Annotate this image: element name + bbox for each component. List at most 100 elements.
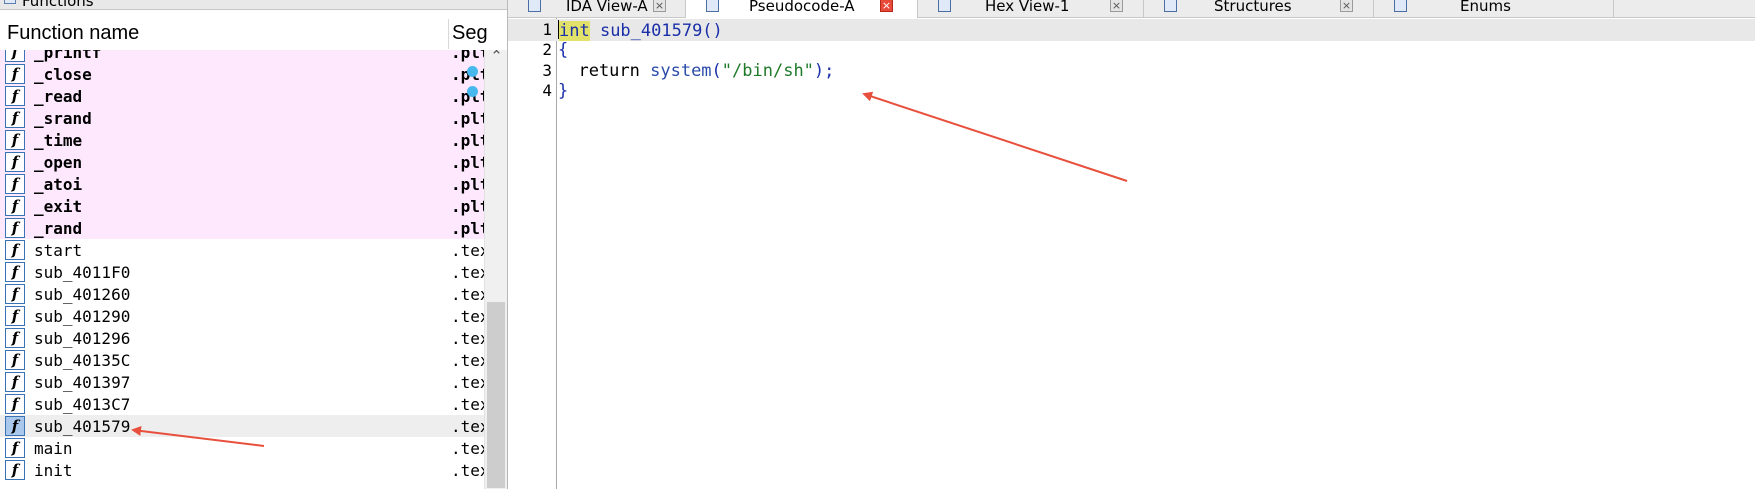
column-header-segment[interactable]: Seg bbox=[452, 22, 488, 45]
breakpoint-dot-icon[interactable] bbox=[467, 66, 478, 77]
system-call[interactable]: system bbox=[650, 61, 711, 81]
function-segment: .plt bbox=[451, 219, 484, 238]
function-icon: f bbox=[5, 108, 25, 128]
paren-close: ); bbox=[813, 61, 835, 81]
code-line-3[interactable]: 3 return system("/bin/sh"); bbox=[467, 60, 1755, 82]
breakpoint-dot-icon[interactable] bbox=[467, 86, 478, 97]
function-icon: f bbox=[5, 394, 25, 414]
function-row[interactable]: f sub_401296 .text bbox=[0, 327, 484, 349]
view-tab-bar: IDA View-A × Pseudocode-A × Hex View-1 ×… bbox=[508, 0, 1755, 18]
function-icon: f bbox=[5, 196, 25, 216]
return-keyword[interactable]: return bbox=[558, 61, 650, 81]
line-number: 4 bbox=[542, 81, 552, 100]
code-line-4[interactable]: 4 } bbox=[467, 80, 1755, 102]
column-divider[interactable] bbox=[448, 19, 449, 49]
function-row[interactable]: f sub_401579 .text bbox=[0, 415, 484, 437]
function-name: _exit bbox=[34, 197, 83, 216]
tab-close-icon[interactable]: × bbox=[880, 0, 893, 12]
function-row[interactable]: finit .text bbox=[0, 459, 484, 481]
column-header-function-name[interactable]: Function name bbox=[7, 22, 139, 45]
function-icon: f bbox=[5, 438, 25, 458]
function-segment: .text bbox=[451, 373, 484, 392]
tab-enums[interactable]: Enums bbox=[1374, 0, 1614, 18]
function-row[interactable]: f sub_4013C7 .text bbox=[0, 393, 484, 415]
function-segment: .text bbox=[451, 263, 484, 282]
function-name: sub_401260 bbox=[34, 285, 131, 304]
function-icon: f bbox=[5, 416, 25, 436]
code-line-2[interactable]: 2 { bbox=[508, 39, 1755, 61]
code-text[interactable]: int sub_401579() bbox=[558, 20, 723, 41]
function-icon: f bbox=[5, 328, 25, 348]
function-icon: f bbox=[5, 350, 25, 370]
function-segment: .plt bbox=[451, 109, 484, 128]
function-row[interactable]: f_read.plt bbox=[0, 85, 484, 107]
function-segment: .text bbox=[451, 307, 484, 326]
function-segment: .text bbox=[451, 241, 484, 260]
close-brace[interactable]: } bbox=[558, 81, 568, 101]
function-segment: .plt bbox=[451, 197, 484, 216]
tab-close-icon[interactable]: × bbox=[653, 0, 666, 12]
function-icon: f bbox=[5, 372, 25, 392]
code-text[interactable]: return system("/bin/sh"); bbox=[558, 61, 834, 81]
function-row[interactable]: fstart .text bbox=[0, 239, 484, 261]
function-name: _atoi bbox=[34, 175, 83, 194]
function-row[interactable]: f _rand .plt bbox=[0, 217, 484, 239]
function-row[interactable]: f sub_401290 .text bbox=[0, 305, 484, 327]
function-signature[interactable]: sub_401579() bbox=[590, 21, 723, 41]
function-name: sub_4013C7 bbox=[34, 395, 131, 414]
function-icon: f bbox=[5, 86, 25, 106]
pseudocode-icon bbox=[706, 0, 719, 12]
tab-label: Structures bbox=[1214, 0, 1292, 15]
function-row[interactable]: f sub_401397 .text bbox=[0, 371, 484, 393]
function-name: start bbox=[34, 241, 83, 260]
function-segment: .plt bbox=[451, 153, 484, 172]
tab-close-icon[interactable]: × bbox=[1110, 0, 1123, 12]
function-name: sub_4011F0 bbox=[34, 263, 131, 282]
code-line-1[interactable]: 1 int sub_401579() bbox=[508, 19, 1755, 41]
function-row[interactable]: f _printf .plt bbox=[0, 50, 484, 63]
function-row[interactable]: f _srand .plt bbox=[0, 107, 484, 129]
tab-label: Enums bbox=[1460, 0, 1511, 15]
function-name: sub_401579 bbox=[34, 417, 131, 436]
function-name: main bbox=[34, 439, 73, 458]
functions-scrollbar[interactable]: ⌃ bbox=[484, 48, 507, 489]
tab-label: Hex View-1 bbox=[985, 0, 1070, 15]
function-icon: f bbox=[5, 262, 25, 282]
keyword-int[interactable]: int bbox=[559, 21, 590, 41]
scroll-up-icon[interactable]: ⌃ bbox=[485, 46, 507, 68]
function-row[interactable]: f _exit .plt bbox=[0, 195, 484, 217]
enums-icon bbox=[1394, 0, 1407, 12]
functions-pane-titlebar: Functions bbox=[0, 0, 507, 10]
functions-window-icon bbox=[4, 0, 16, 4]
function-segment: .text bbox=[451, 417, 484, 436]
pseudocode-view[interactable]: 1 int sub_401579() 2 { 3 return system("… bbox=[467, 18, 1755, 489]
functions-pane: Functions Function name Seg f _printf .plt… bbox=[0, 0, 508, 489]
tab-hex-view-1[interactable]: Hex View-1 × bbox=[918, 0, 1144, 18]
function-segment: .text bbox=[451, 461, 484, 480]
function-row[interactable]: f sub_401260 .text bbox=[0, 283, 484, 305]
function-row[interactable]: f sub_4011F0 .text bbox=[0, 261, 484, 283]
tab-structures[interactable]: Structures × bbox=[1144, 0, 1374, 18]
function-row[interactable]: f _time .plt bbox=[0, 129, 484, 151]
function-name: _printf bbox=[34, 50, 102, 62]
tab-pseudocode-a[interactable]: Pseudocode-A × bbox=[686, 0, 918, 18]
function-row[interactable]: f _open .plt bbox=[0, 151, 484, 173]
string-literal[interactable]: "/bin/sh" bbox=[722, 61, 814, 81]
function-name: sub_401296 bbox=[34, 329, 131, 348]
function-name: init bbox=[34, 461, 73, 480]
function-icon: f bbox=[5, 218, 25, 238]
structures-icon bbox=[1164, 0, 1177, 12]
ida-view-icon bbox=[528, 0, 541, 12]
function-row[interactable]: f sub_40135C .text bbox=[0, 349, 484, 371]
function-name: sub_40135C bbox=[34, 351, 131, 370]
open-brace[interactable]: { bbox=[558, 40, 568, 60]
function-icon: f bbox=[5, 460, 25, 480]
function-name: _srand bbox=[34, 109, 92, 128]
tab-ida-view-a[interactable]: IDA View-A × bbox=[508, 0, 686, 18]
function-row[interactable]: f _atoi .plt bbox=[0, 173, 484, 195]
function-row[interactable]: f_close.plt bbox=[0, 63, 484, 85]
tab-label: IDA View-A bbox=[566, 0, 648, 15]
scrollbar-thumb[interactable] bbox=[487, 302, 505, 488]
tab-close-icon[interactable]: × bbox=[1340, 0, 1353, 12]
function-row[interactable]: fmain .text bbox=[0, 437, 484, 459]
